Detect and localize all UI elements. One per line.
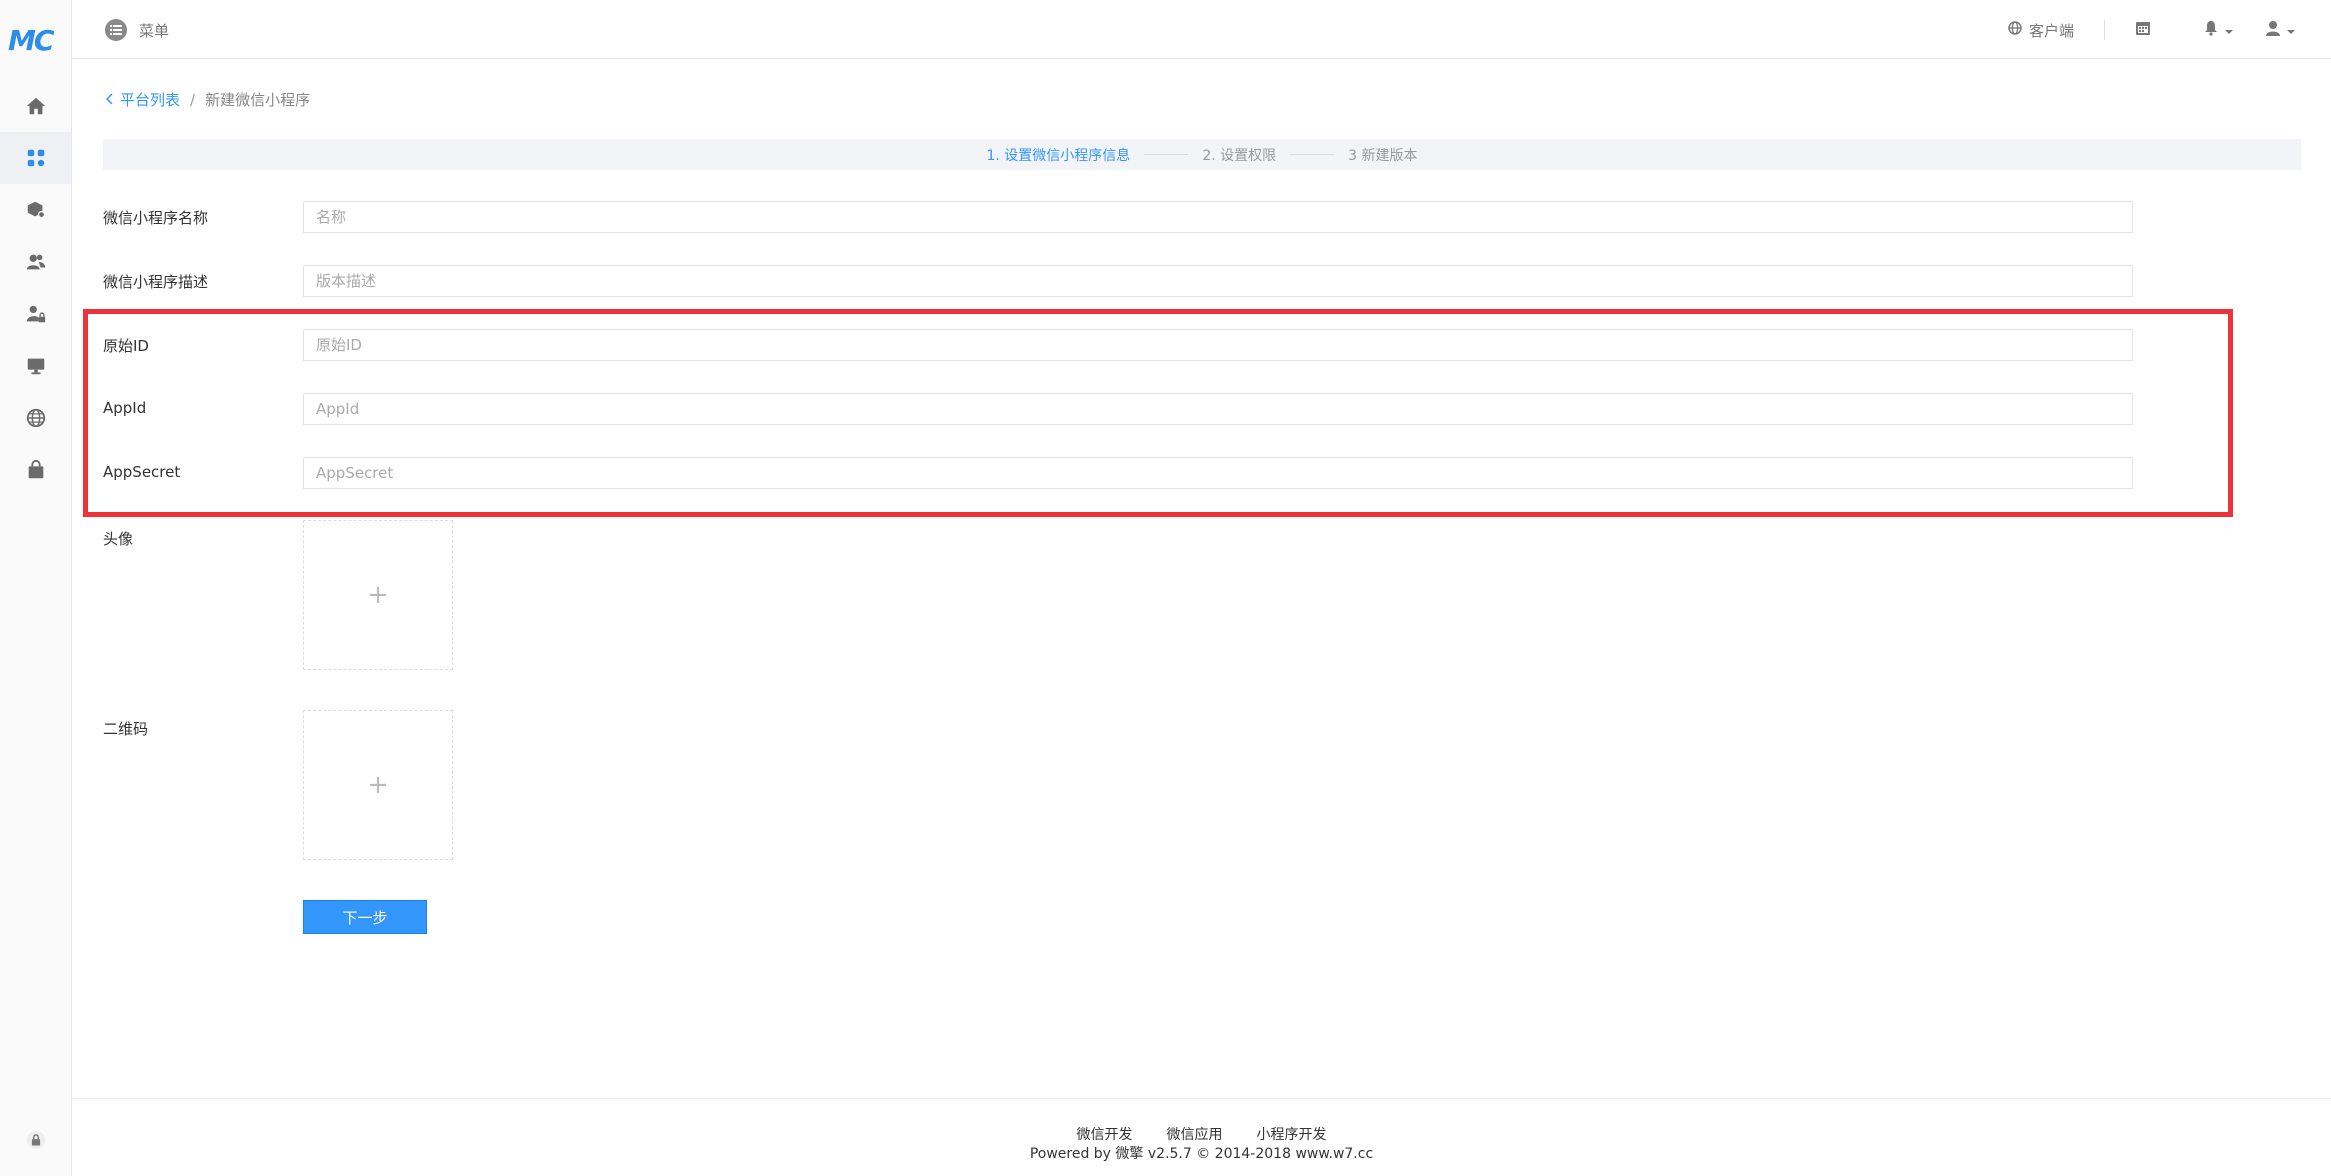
globe-icon[interactable] bbox=[0, 392, 71, 444]
home-icon[interactable] bbox=[0, 80, 71, 132]
qrcode-upload[interactable]: + bbox=[303, 710, 453, 860]
sidebar: MC bbox=[0, 0, 72, 1176]
plus-icon: + bbox=[367, 770, 389, 800]
qrcode-label: 二维码 bbox=[103, 720, 149, 738]
appid-label: AppId bbox=[103, 399, 147, 417]
appid-input[interactable] bbox=[303, 393, 2133, 425]
list-icon bbox=[105, 19, 127, 41]
steps-bar: 1. 设置微信小程序信息 2. 设置权限 3 新建版本 bbox=[103, 139, 2301, 170]
top-header: 菜单 客户端 bbox=[72, 0, 2331, 59]
original-id-input[interactable] bbox=[303, 329, 2133, 361]
menu-button[interactable]: 菜单 bbox=[105, 18, 169, 42]
apps-icon[interactable] bbox=[0, 132, 71, 184]
menu-label: 菜单 bbox=[139, 21, 170, 40]
globe-small-icon bbox=[2007, 20, 2023, 40]
header-divider bbox=[2104, 20, 2105, 40]
chevron-left-icon bbox=[105, 91, 114, 109]
name-input[interactable] bbox=[303, 201, 2133, 233]
name-label: 微信小程序名称 bbox=[103, 209, 209, 227]
footer-link-miniprogram-dev[interactable]: 小程序开发 bbox=[1257, 1124, 1327, 1144]
user-dropdown[interactable] bbox=[2265, 20, 2295, 40]
shop-bag-icon[interactable] bbox=[0, 444, 71, 496]
monitor-icon[interactable] bbox=[0, 340, 71, 392]
lock-icon[interactable] bbox=[0, 1114, 71, 1166]
breadcrumb-back-label: 平台列表 bbox=[120, 91, 181, 109]
footer-divider bbox=[72, 1098, 2331, 1099]
step-2: 2. 设置权限 bbox=[1202, 147, 1277, 164]
step-connector bbox=[1144, 154, 1189, 155]
footer-copyright: Powered by 微擎 v2.5.7 © 2014-2018 www.w7.… bbox=[1029, 1146, 1374, 1162]
user-icon bbox=[2265, 20, 2281, 40]
plus-icon: + bbox=[367, 580, 389, 610]
footer-links: 微信开发 微信应用 小程序开发 bbox=[72, 1124, 2331, 1144]
description-label: 微信小程序描述 bbox=[103, 273, 209, 291]
caret-down-icon bbox=[2225, 21, 2233, 39]
calendar-icon bbox=[2135, 20, 2151, 40]
avatar-label: 头像 bbox=[103, 530, 134, 548]
breadcrumb: 平台列表 / 新建微信小程序 bbox=[105, 89, 311, 110]
calendar-button[interactable] bbox=[2135, 20, 2151, 40]
footer-link-wechat-dev[interactable]: 微信开发 bbox=[1077, 1124, 1133, 1144]
appsecret-input[interactable] bbox=[303, 457, 2133, 489]
caret-down-icon bbox=[2287, 21, 2295, 39]
breadcrumb-separator: / bbox=[190, 90, 196, 109]
step-1: 1. 设置微信小程序信息 bbox=[986, 147, 1131, 164]
notification-dropdown[interactable] bbox=[2203, 20, 2233, 40]
appsecret-label: AppSecret bbox=[103, 463, 181, 481]
logo[interactable]: MC bbox=[8, 24, 64, 58]
breadcrumb-back-link[interactable]: 平台列表 bbox=[105, 89, 181, 110]
step-connector bbox=[1290, 154, 1335, 155]
client-button[interactable]: 客户端 bbox=[2007, 20, 2074, 41]
original-id-label: 原始ID bbox=[103, 337, 149, 355]
footer-link-wechat-apps[interactable]: 微信应用 bbox=[1167, 1124, 1223, 1144]
step-3: 3 新建版本 bbox=[1348, 147, 1418, 164]
user-lock-icon[interactable] bbox=[0, 288, 71, 340]
breadcrumb-current: 新建微信小程序 bbox=[205, 91, 311, 109]
box-settings-icon[interactable] bbox=[0, 184, 71, 236]
client-label: 客户端 bbox=[2028, 21, 2074, 40]
avatar-upload[interactable]: + bbox=[303, 520, 453, 670]
bell-icon bbox=[2203, 20, 2219, 40]
users-icon[interactable] bbox=[0, 236, 71, 288]
next-step-button[interactable]: 下一步 bbox=[303, 900, 427, 934]
description-input[interactable] bbox=[303, 265, 2133, 297]
